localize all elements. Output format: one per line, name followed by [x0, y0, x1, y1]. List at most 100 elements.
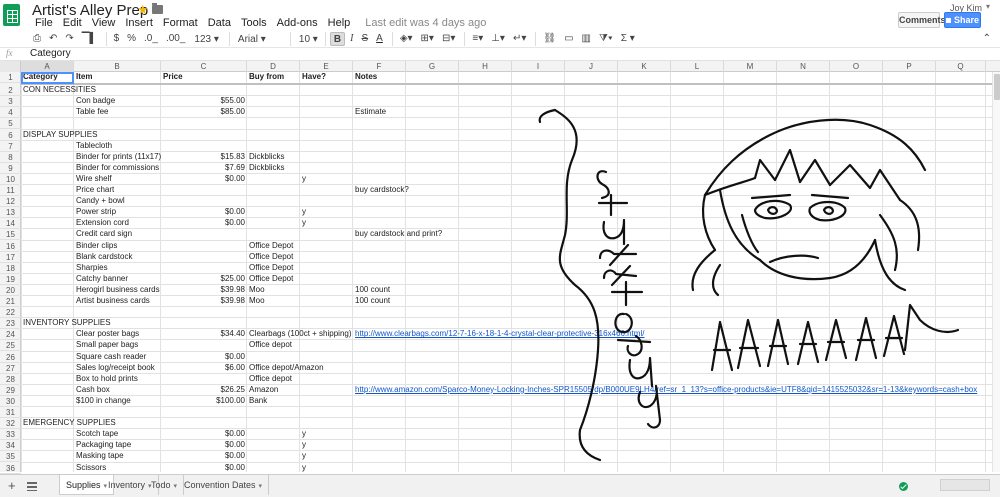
cell[interactable]: y [300, 451, 306, 461]
cell-link[interactable]: http://www.clearbags.com/12-7-16-x-18-1-… [353, 329, 644, 339]
cell[interactable]: Sharpies [74, 263, 108, 273]
cell[interactable]: Binder for commissions (8.5 [74, 163, 161, 173]
frozen-row-divider[interactable] [21, 82, 1000, 85]
row-header[interactable]: 20 [0, 285, 21, 296]
select-all-corner[interactable] [0, 61, 21, 72]
cell[interactable]: $7.69 [161, 163, 247, 173]
row-header[interactable]: 18 [0, 263, 21, 274]
cell[interactable]: $0.00 [161, 174, 247, 184]
insert-link-icon[interactable]: ⛓ [540, 32, 559, 46]
cell[interactable]: Con badge [74, 96, 115, 106]
cell[interactable]: Office depot/Amazon [247, 363, 324, 373]
horizontal-align-icon[interactable]: ≡▾ [469, 32, 486, 46]
column-header[interactable]: P [883, 61, 936, 72]
cell[interactable]: Artist business cards [74, 296, 150, 306]
cell[interactable]: $26.25 [161, 385, 247, 395]
sheets-logo-icon[interactable] [3, 4, 20, 26]
row-header[interactable]: 17 [0, 252, 21, 263]
cell[interactable]: Small paper bags [74, 340, 138, 350]
cell[interactable]: $100.00 [161, 396, 247, 406]
share-button[interactable]: Share [944, 12, 981, 28]
row-header[interactable]: 12 [0, 196, 21, 208]
row-header[interactable]: 34 [0, 440, 21, 452]
cell[interactable]: Extension cord [74, 218, 129, 228]
cell[interactable]: Catchy banner [74, 274, 128, 284]
horizontal-scrollbar[interactable] [940, 479, 990, 491]
column-header[interactable]: K [618, 61, 671, 72]
column-header[interactable]: N [777, 61, 830, 72]
cell[interactable]: CON NECESSITIES [21, 85, 96, 95]
cell[interactable]: $0.00 [161, 207, 247, 217]
cell[interactable]: Office Depot [247, 263, 293, 273]
text-wrap-icon[interactable]: ↵▾ [510, 32, 529, 46]
increase-decimal-button[interactable]: .00_ [163, 32, 188, 46]
chevron-down-icon[interactable]: ▾ [174, 483, 178, 490]
cell[interactable]: y [300, 207, 306, 217]
cell[interactable]: INVENTORY SUPPLIES [21, 318, 111, 328]
column-header[interactable]: A [21, 61, 74, 72]
cell[interactable]: Estimate [353, 107, 386, 117]
redo-icon[interactable]: ↷ [62, 32, 76, 46]
column-header[interactable]: M [724, 61, 777, 72]
column-header[interactable]: H [459, 61, 512, 72]
column-header[interactable]: Q [936, 61, 986, 72]
column-header[interactable]: G [406, 61, 459, 72]
menu-file[interactable]: File [30, 17, 58, 29]
cell[interactable]: Wire shelf [74, 174, 112, 184]
menu-help[interactable]: Help [323, 17, 356, 29]
row-header[interactable]: 11 [0, 185, 21, 197]
column-header[interactable]: L [671, 61, 724, 72]
cell[interactable]: $85.00 [161, 107, 247, 117]
strikethrough-button[interactable]: S [358, 32, 371, 46]
row-header[interactable]: 3 [0, 96, 21, 108]
cell[interactable]: EMERGENCY SUPPLIES [21, 418, 116, 428]
chevron-down-icon[interactable]: ▾ [259, 483, 263, 490]
undo-icon[interactable]: ↶ [46, 32, 60, 46]
filter-icon[interactable]: ⧩▾ [596, 32, 616, 46]
row-header[interactable]: 10 [0, 174, 21, 185]
cell[interactable]: buy cardstock? [353, 185, 409, 195]
cell[interactable]: y [300, 174, 306, 184]
cell[interactable]: $39.98 [161, 285, 247, 295]
cell[interactable]: buy cardstock and print? [353, 229, 442, 239]
cell[interactable]: Scissors [74, 463, 106, 473]
menu-addons[interactable]: Add-ons [272, 17, 323, 29]
cell[interactable]: Clearbags (100ct + shipping) [247, 329, 352, 339]
cell[interactable]: Bank [247, 396, 267, 406]
text-color-button[interactable]: A [373, 32, 386, 46]
menu-tools[interactable]: Tools [236, 17, 272, 29]
cell[interactable]: Office Depot [247, 241, 293, 251]
print-icon[interactable]: ⎙ [30, 32, 44, 46]
menu-insert[interactable]: Insert [120, 17, 158, 29]
cell-area[interactable]: Category Item Price Buy from Have? Notes CON N… [21, 72, 1000, 472]
cell[interactable]: $0.00 [161, 429, 247, 439]
merge-cells-icon[interactable]: ⊟▾ [439, 32, 458, 46]
cell[interactable]: y [300, 429, 306, 439]
row-header[interactable]: 13 [0, 207, 21, 219]
column-header[interactable]: B [74, 61, 161, 72]
cell[interactable]: 100 count [353, 296, 390, 306]
cell[interactable]: $0.00 [161, 463, 247, 473]
add-sheet-icon[interactable]: + [8, 479, 16, 492]
folder-icon[interactable] [152, 3, 163, 14]
cell[interactable]: Tablecloth [74, 141, 112, 151]
cell[interactable]: Office Depot [247, 252, 293, 262]
cell[interactable]: Power strip [74, 207, 116, 217]
decrease-decimal-button[interactable]: .0_ [141, 32, 161, 46]
row-header[interactable]: 31 [0, 407, 21, 419]
cell[interactable]: Notes [353, 72, 377, 82]
cell[interactable]: $39.98 [161, 296, 247, 306]
cell[interactable]: $100 in change [74, 396, 131, 406]
cell[interactable]: Office depot [247, 340, 292, 350]
cell[interactable]: Moo [247, 285, 265, 295]
vertical-align-icon[interactable]: ⊥▾ [488, 32, 508, 46]
cell[interactable]: Scotch tape [74, 429, 118, 439]
cell[interactable]: Dickblicks [247, 152, 285, 162]
column-header[interactable]: D [247, 61, 300, 72]
row-header[interactable]: 24 [0, 329, 21, 341]
cell[interactable]: Packaging tape [74, 440, 131, 450]
row-header[interactable]: 36 [0, 463, 21, 474]
cell[interactable]: Office Depot [247, 274, 293, 284]
row-header[interactable]: 26 [0, 352, 21, 363]
fill-color-icon[interactable]: ◈▾ [397, 32, 416, 46]
